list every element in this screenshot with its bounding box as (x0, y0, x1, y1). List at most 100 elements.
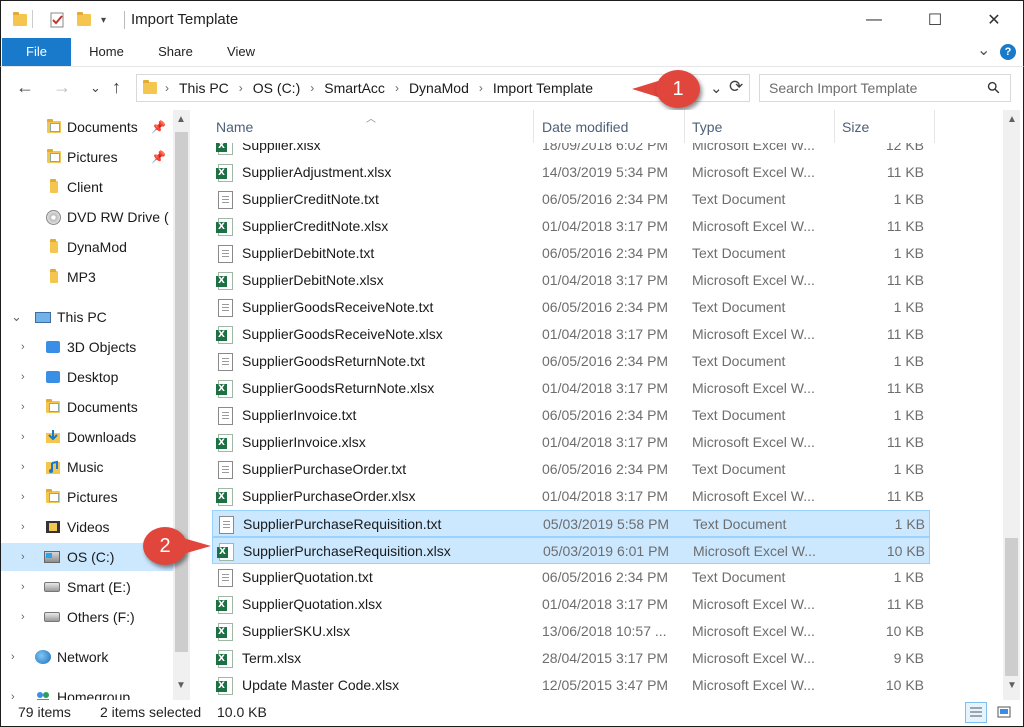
new-folder-icon[interactable] (77, 10, 91, 30)
nav-item-this-pc[interactable]: ⌄ This PC (1, 303, 173, 331)
nav-item-downloads[interactable]: › Downloads (1, 423, 173, 451)
file-row[interactable]: SupplierGoodsReceiveNote.txt 06/05/2016 2… (212, 294, 930, 321)
expand-chevron-icon[interactable]: › (21, 401, 25, 413)
nav-item-client[interactable]: Client (1, 173, 173, 201)
breadcrumb-separator[interactable]: › (165, 81, 169, 95)
breadcrumb-this-pc[interactable]: This PC (179, 80, 229, 96)
file-row[interactable]: X SupplierQuotation.xlsx 01/04/2018 3:17 P… (212, 591, 930, 618)
selected-count: 2 items selected (100, 704, 202, 720)
breadcrumb-separator[interactable]: › (479, 81, 483, 95)
expand-chevron-icon[interactable]: › (21, 341, 25, 353)
breadcrumb-separator[interactable]: › (310, 81, 314, 95)
file-type: Microsoft Excel W... (692, 488, 815, 504)
breadcrumb-os-c[interactable]: OS (C:) (253, 80, 300, 96)
file-row[interactable]: SupplierPurchaseRequisition.txt 05/03/201… (212, 510, 930, 537)
expand-chevron-icon[interactable]: › (21, 581, 25, 593)
file-row[interactable]: SupplierInvoice.txt 06/05/2016 2:34 PM Tex… (212, 402, 930, 429)
details-view-button[interactable] (965, 702, 987, 723)
scroll-down-icon[interactable]: ▼ (1007, 680, 1017, 691)
breadcrumb-smartacc[interactable]: SmartAcc (324, 80, 385, 96)
search-icon[interactable]: ⚲ (983, 77, 1005, 99)
nav-scrollbar-thumb[interactable] (175, 132, 188, 652)
search-input[interactable]: Search Import Template ⚲ (759, 74, 1011, 102)
breadcrumb-separator[interactable]: › (239, 81, 243, 95)
breadcrumb-dynamod[interactable]: DynaMod (409, 80, 469, 96)
minimize-button[interactable]: — (851, 1, 897, 38)
expand-chevron-icon[interactable]: › (11, 691, 15, 700)
file-row[interactable]: X Supplier.xlsx 18/09/2018 6:02 PM Microsof… (212, 143, 930, 159)
file-row[interactable]: X SupplierCreditNote.xlsx 01/04/2018 3:17 … (212, 213, 930, 240)
maximize-button[interactable]: ☐ (912, 1, 958, 38)
properties-icon[interactable] (49, 10, 65, 30)
file-row[interactable]: X SupplierAdjustment.xlsx 14/03/2019 5:34 … (212, 159, 930, 186)
expand-chevron-icon[interactable]: › (21, 491, 25, 503)
refresh-button[interactable]: ⟳ (729, 77, 743, 97)
column-header-type[interactable]: Type (685, 110, 835, 143)
file-row[interactable]: X SupplierGoodsReceiveNote.xlsx 01/04/2018… (212, 321, 930, 348)
expand-chevron-icon[interactable]: › (21, 461, 25, 473)
file-row[interactable]: X Term.xlsx 28/04/2015 3:17 PM Microsoft Ex… (212, 645, 930, 672)
expand-chevron-icon[interactable]: › (21, 431, 25, 443)
close-button[interactable]: ✕ (971, 1, 1017, 38)
tab-home[interactable]: Home (84, 38, 129, 66)
nav-item-pictures-quick[interactable]: Pictures 📌 (1, 143, 173, 171)
file-row[interactable]: SupplierQuotation.txt 06/05/2016 2:34 PM T… (212, 564, 930, 591)
column-header-date[interactable]: Date modified (535, 110, 685, 143)
recent-locations-button[interactable]: ⌄ (90, 80, 101, 96)
excel-badge-icon: X (216, 168, 227, 179)
file-row[interactable]: X Update Master Code.xlsx 12/05/2015 3:47 … (212, 672, 930, 699)
file-list-scrollbar[interactable]: ▲ ▼ (1003, 110, 1020, 700)
expand-ribbon-icon[interactable]: ⌄ (977, 40, 990, 60)
nav-item-mp3[interactable]: MP3 (1, 263, 173, 291)
file-row[interactable]: SupplierDebitNote.txt 06/05/2016 2:34 PM T… (212, 240, 930, 267)
expand-chevron-icon[interactable]: › (21, 551, 25, 563)
nav-item-desktop[interactable]: › Desktop (1, 363, 173, 391)
expand-chevron-icon[interactable]: › (21, 371, 25, 383)
tab-file[interactable]: File (2, 38, 71, 66)
breadcrumb-import-template[interactable]: Import Template (493, 80, 593, 96)
customize-toolbar-icon[interactable]: ▾ (101, 10, 106, 30)
file-row[interactable]: SupplierCreditNote.txt 06/05/2016 2:34 PM… (212, 186, 930, 213)
scroll-down-icon[interactable]: ▼ (176, 680, 186, 691)
nav-item-pictures[interactable]: › Pictures (1, 483, 173, 511)
nav-scrollbar[interactable]: ▲ ▼ (173, 110, 190, 700)
nav-item-documents-quick[interactable]: Documents 📌 (1, 113, 173, 141)
column-label: Name (216, 118, 254, 135)
file-row[interactable]: X SupplierDebitNote.xlsx 01/04/2018 3:17 P… (212, 267, 930, 294)
nav-item-others-f[interactable]: › Others (F:) (1, 603, 173, 631)
file-row[interactable]: X SupplierGoodsReturnNote.xlsx 01/04/2018 … (212, 375, 930, 402)
collapse-chevron-icon[interactable]: ⌄ (11, 309, 22, 325)
nav-item-3d-objects[interactable]: › 3D Objects (1, 333, 173, 361)
column-header-size[interactable]: Size (835, 110, 935, 143)
back-button[interactable]: ← (16, 77, 34, 98)
file-row[interactable]: SupplierPurchaseOrder.txt 06/05/2016 2:34… (212, 456, 930, 483)
scroll-up-icon[interactable]: ▲ (1007, 114, 1017, 125)
expand-chevron-icon[interactable]: › (11, 651, 15, 663)
file-row[interactable]: X SupplierSKU.xlsx 13/06/2018 10:57 ... Mic… (212, 618, 930, 645)
file-date: 12/05/2015 3:47 PM (542, 677, 669, 693)
up-button[interactable]: ↑ (112, 77, 121, 98)
help-icon[interactable]: ? (1000, 44, 1016, 60)
nav-item-music[interactable]: › Music (1, 453, 173, 481)
tab-view[interactable]: View (221, 38, 261, 66)
nav-item-documents[interactable]: › Documents (1, 393, 173, 421)
nav-item-dvd-drive[interactable]: DVD RW Drive ( (1, 203, 173, 231)
file-row[interactable]: X SupplierPurchaseRequisition.xlsx 05/03/2… (212, 537, 930, 564)
nav-item-network[interactable]: › Network (1, 643, 173, 671)
file-row[interactable]: X SupplierPurchaseOrder.xlsx 01/04/2018 3:… (212, 483, 930, 510)
expand-chevron-icon[interactable]: › (21, 521, 25, 533)
file-list-scrollbar-thumb[interactable] (1005, 538, 1018, 676)
expand-chevron-icon[interactable]: › (21, 611, 25, 623)
file-date: 05/03/2019 6:01 PM (543, 543, 670, 559)
breadcrumb-separator[interactable]: › (395, 81, 399, 95)
file-row[interactable]: SupplierGoodsReturnNote.txt 06/05/2016 2:… (212, 348, 930, 375)
large-icons-view-button[interactable] (993, 702, 1015, 723)
tab-share[interactable]: Share (153, 38, 198, 66)
address-dropdown-button[interactable]: ⌄ (710, 79, 723, 97)
file-row[interactable]: X SupplierInvoice.xlsx 01/04/2018 3:17 PM M… (212, 429, 930, 456)
scroll-up-icon[interactable]: ▲ (176, 114, 186, 125)
nav-item-homegroup[interactable]: › Homegroup (1, 683, 173, 700)
nav-item-smart-e[interactable]: › Smart (E:) (1, 573, 173, 601)
forward-button[interactable]: → (53, 77, 71, 98)
nav-item-dynamod[interactable]: DynaMod (1, 233, 173, 261)
